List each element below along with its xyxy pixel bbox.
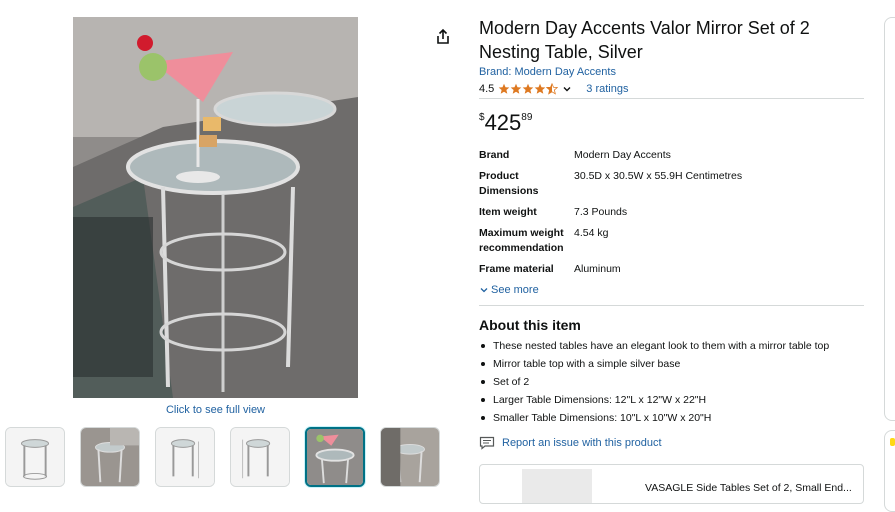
spec-value: 30.5D x 30.5W x 55.9H Centimetres <box>574 170 743 182</box>
main-product-image[interactable] <box>73 17 358 398</box>
add-to-cart-button-edge[interactable] <box>890 438 895 446</box>
report-issue-label: Report an issue with this product <box>502 437 662 449</box>
buy-box-panel <box>884 17 895 421</box>
price: $42589 <box>479 110 532 136</box>
see-more-link[interactable]: See more <box>479 284 539 296</box>
see-more-label: See more <box>491 284 539 296</box>
chevron-down-icon <box>480 288 488 293</box>
about-bullets: These nested tables have an elegant look… <box>479 337 874 427</box>
rating-value: 4.5 <box>479 83 495 95</box>
bullet-item: Mirror table top with a simple silver ba… <box>479 355 874 373</box>
bullet-item: These nested tables have an elegant look… <box>479 337 874 355</box>
ratings-count-link[interactable]: 3 ratings <box>586 83 628 95</box>
report-issue-link[interactable]: Report an issue with this product <box>479 436 662 450</box>
sponsored-product-title[interactable]: VASAGLE Side Tables Set of 2, Small End.… <box>645 482 852 494</box>
spec-label: Product Dimensions <box>479 170 539 197</box>
about-heading: About this item <box>479 317 581 333</box>
sponsored-product-card[interactable]: VASAGLE Side Tables Set of 2, Small End.… <box>479 464 864 504</box>
spec-value: Modern Day Accents <box>574 149 671 161</box>
divider <box>479 305 864 306</box>
price-fraction: 89 <box>521 112 533 123</box>
sponsored-product-image <box>522 469 592 503</box>
product-title: Modern Day Accents Valor Mirror Set of 2… <box>479 18 810 62</box>
spec-row: Product Dimensions 30.5D x 30.5W x 55.9H… <box>479 169 864 199</box>
spec-label: Item weight <box>479 206 537 218</box>
star-icon <box>498 83 510 94</box>
brand-link[interactable]: Brand: Modern Day Accents <box>479 66 616 78</box>
spec-value: 7.3 Pounds <box>574 206 628 218</box>
share-icon[interactable] <box>434 28 452 46</box>
star-icon <box>510 83 522 94</box>
comment-icon <box>479 436 495 450</box>
thumbnail[interactable] <box>380 427 440 487</box>
price-currency: $ <box>479 112 485 123</box>
spec-row: Brand Modern Day Accents <box>479 148 864 163</box>
rating-row: 4.5 3 ratings <box>479 82 629 96</box>
spec-label: Brand <box>479 149 510 161</box>
bullet-item: Smaller Table Dimensions: 10"L x 10"W x … <box>479 409 874 427</box>
star-icon <box>522 83 534 94</box>
star-icon <box>534 83 546 94</box>
thumbnail-strip <box>5 427 440 487</box>
specs-table: Brand Modern Day Accents Product Dimensi… <box>479 148 864 283</box>
spec-label: Maximum weight recommendation <box>479 227 564 254</box>
thumbnail-selected[interactable] <box>305 427 365 487</box>
thumbnail[interactable] <box>230 427 290 487</box>
half-star-icon <box>546 83 559 95</box>
thumbnail[interactable] <box>155 427 215 487</box>
thumbnail[interactable] <box>80 427 140 487</box>
bullet-item: Set of 2 <box>479 373 874 391</box>
bullet-item: Larger Table Dimensions: 12"L x 12"W x 2… <box>479 391 874 409</box>
spec-value: 4.54 kg <box>574 227 609 239</box>
chevron-down-icon[interactable] <box>562 84 572 94</box>
thumbnail[interactable] <box>5 427 65 487</box>
price-whole: 425 <box>484 110 522 135</box>
spec-row: Item weight 7.3 Pounds <box>479 205 864 220</box>
divider <box>479 98 864 99</box>
spec-row: Maximum weight recommendation 4.54 kg <box>479 226 864 256</box>
star-rating[interactable] <box>498 83 559 95</box>
see-full-view-link[interactable]: Click to see full view <box>73 404 358 416</box>
